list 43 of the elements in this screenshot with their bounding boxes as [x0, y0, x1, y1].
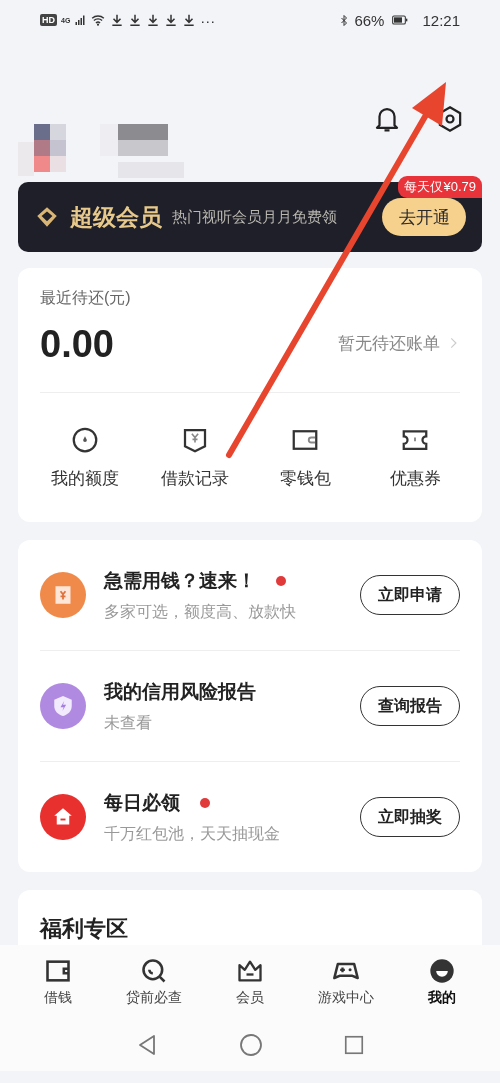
download-icon: [182, 13, 197, 27]
shortcut-link[interactable]: 借款记录: [161, 467, 229, 490]
tab[interactable]: 我的: [428, 989, 456, 1007]
service-subtitle: 多家可选，额度高、放款快: [104, 601, 297, 622]
recents-icon[interactable]: [343, 1034, 365, 1056]
section-title: 福利专区: [40, 916, 129, 942]
tab[interactable]: 贷前必查: [126, 989, 182, 1007]
tab[interactable]: 会员: [236, 989, 264, 1007]
download-icon: [110, 13, 125, 27]
repay-amount: 0.00: [40, 323, 115, 366]
home-icon[interactable]: [239, 1033, 263, 1057]
repay-label: 最近待还(元): [40, 288, 131, 308]
shortcut-link[interactable]: 我的额度: [51, 467, 119, 490]
service-subtitle: 未查看: [104, 712, 153, 733]
wifi-icon: [90, 13, 107, 27]
tab[interactable]: 游戏中心: [318, 989, 374, 1007]
battery-percent: 66%: [354, 11, 385, 29]
shortcut-link[interactable]: 零钱包: [279, 467, 331, 490]
more-indicator: ···: [200, 11, 216, 29]
activate-button[interactable]: 去开通: [382, 198, 466, 236]
vip-title: 超级会员: [70, 202, 162, 232]
hd-indicator: HD: [40, 14, 57, 26]
coin-icon: [70, 425, 100, 455]
service-button[interactable]: 查询报告: [360, 686, 460, 726]
clock-time: 12:21: [422, 11, 460, 29]
service-title: 急需用钱？速来！: [104, 568, 256, 593]
service-subtitle: 千万红包池，天天抽现金: [104, 823, 281, 844]
tab[interactable]: 借钱: [44, 989, 72, 1007]
service-button[interactable]: 立即抽奖: [360, 797, 460, 837]
profile-icon: [428, 957, 456, 985]
signal-icon: [74, 13, 87, 27]
download-icon: [146, 13, 161, 27]
download-icon: [128, 13, 143, 27]
no-bill-link[interactable]: 暂无待还账单: [338, 331, 440, 355]
search-icon: [140, 957, 168, 985]
wallet-icon: [44, 957, 72, 985]
download-icon: [164, 13, 179, 27]
vip-subtitle: 热门视听会员月月免费领: [172, 207, 338, 227]
price-tag: 每天仅¥0.79: [398, 176, 482, 198]
service-button[interactable]: 立即申请: [360, 575, 460, 615]
service-title: 我的信用风险报告: [104, 679, 256, 704]
shortcut-link[interactable]: 优惠券: [389, 467, 441, 490]
service-title: 每日必领: [104, 790, 180, 815]
